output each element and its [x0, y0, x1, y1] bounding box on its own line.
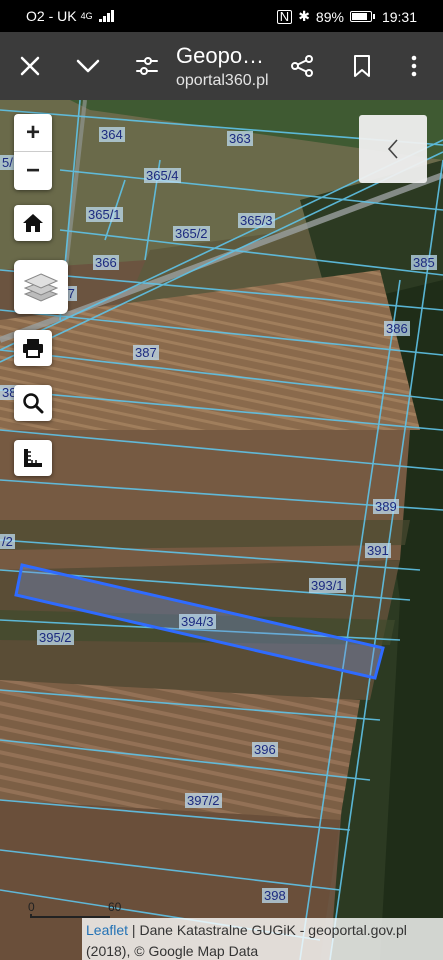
- scale-start-label: 0: [28, 900, 35, 914]
- leaflet-link[interactable]: Leaflet: [86, 922, 128, 938]
- parcel-label[interactable]: 365/2: [173, 226, 210, 241]
- parcel-label[interactable]: 395/2: [37, 630, 74, 645]
- zoom-control: + −: [14, 114, 52, 190]
- parcel-label[interactable]: 386: [384, 321, 410, 336]
- parcel-label[interactable]: 391: [365, 543, 391, 558]
- battery-percent: 89%: [315, 8, 344, 25]
- home-button[interactable]: [14, 205, 52, 241]
- signal-icon: [98, 10, 114, 22]
- carrier-label: O2 - UK: [26, 8, 77, 24]
- map-view[interactable]: 364 363 365/4 365/1 365/3 365/2 366 385 …: [0, 100, 443, 960]
- battery-icon: [349, 11, 375, 22]
- share-button[interactable]: [284, 48, 320, 84]
- page-url: oportal360.pl: [176, 72, 269, 89]
- scale-end-label: 60: [108, 900, 122, 914]
- parcel-label[interactable]: 393/1: [309, 578, 346, 593]
- tune-icon: [136, 57, 158, 75]
- home-icon: [23, 214, 43, 232]
- parcel-label[interactable]: 365/1: [86, 207, 123, 222]
- network-label: 4G: [80, 11, 93, 21]
- attribution-text: | Dane Katastralne GUGiK - geoportal.gov…: [86, 922, 407, 959]
- chevron-left-icon: [387, 139, 398, 159]
- print-button[interactable]: [14, 330, 52, 366]
- parcel-label[interactable]: 387: [133, 345, 159, 360]
- more-vert-icon: [411, 55, 417, 77]
- search-button[interactable]: [14, 385, 52, 421]
- zoom-out-button[interactable]: −: [14, 152, 52, 190]
- parcel-label[interactable]: 365/3: [238, 213, 275, 228]
- share-icon: [291, 55, 313, 77]
- scale-bar: 0 60: [28, 900, 122, 920]
- parcel-label[interactable]: 396: [252, 742, 278, 757]
- status-left: O2 - UK 4G: [26, 8, 114, 24]
- print-icon: [23, 339, 43, 358]
- chevron-down-icon: [76, 59, 100, 73]
- side-panel-toggle[interactable]: [359, 115, 427, 183]
- more-options-button[interactable]: [396, 48, 432, 84]
- close-icon: [20, 56, 40, 76]
- measure-button[interactable]: [14, 440, 52, 476]
- parcel-label[interactable]: 5/: [0, 155, 15, 170]
- nfc-icon: N: [276, 9, 293, 24]
- parcel-label[interactable]: 398: [262, 888, 288, 903]
- clock: 19:31: [381, 8, 417, 25]
- search-icon: [23, 393, 44, 414]
- close-button[interactable]: [12, 48, 48, 84]
- parcel-label[interactable]: 363: [227, 131, 253, 146]
- bookmark-button[interactable]: [344, 48, 380, 84]
- app-toolbar: Geopo… oportal360.pl: [0, 32, 443, 100]
- parcel-label[interactable]: /2: [0, 534, 15, 549]
- bluetooth-icon: ✱: [298, 8, 310, 24]
- map-attribution: Leaflet | Dane Katastralne GUGiK - geopo…: [82, 918, 443, 960]
- parcel-label[interactable]: 397/2: [185, 793, 222, 808]
- satellite-imagery: [0, 100, 443, 960]
- parcel-label[interactable]: 365/4: [144, 168, 181, 183]
- bookmark-icon: [354, 55, 370, 77]
- parcel-label[interactable]: 394/3: [179, 614, 216, 629]
- layers-icon: [24, 273, 58, 302]
- layers-button[interactable]: [14, 260, 68, 314]
- parcel-label[interactable]: 389: [373, 499, 399, 514]
- site-settings-button[interactable]: [129, 48, 165, 84]
- ruler-icon: [24, 449, 42, 467]
- status-right: N ✱ 89% 19:31: [276, 8, 417, 25]
- parcel-label[interactable]: 364: [99, 127, 125, 142]
- parcel-label[interactable]: 366: [93, 255, 119, 270]
- zoom-in-button[interactable]: +: [14, 114, 52, 152]
- collapse-button[interactable]: [70, 48, 106, 84]
- status-bar: O2 - UK 4G N ✱ 89% 19:31: [0, 0, 443, 32]
- page-title: Geopo…: [176, 43, 265, 68]
- parcel-label[interactable]: 385: [411, 255, 437, 270]
